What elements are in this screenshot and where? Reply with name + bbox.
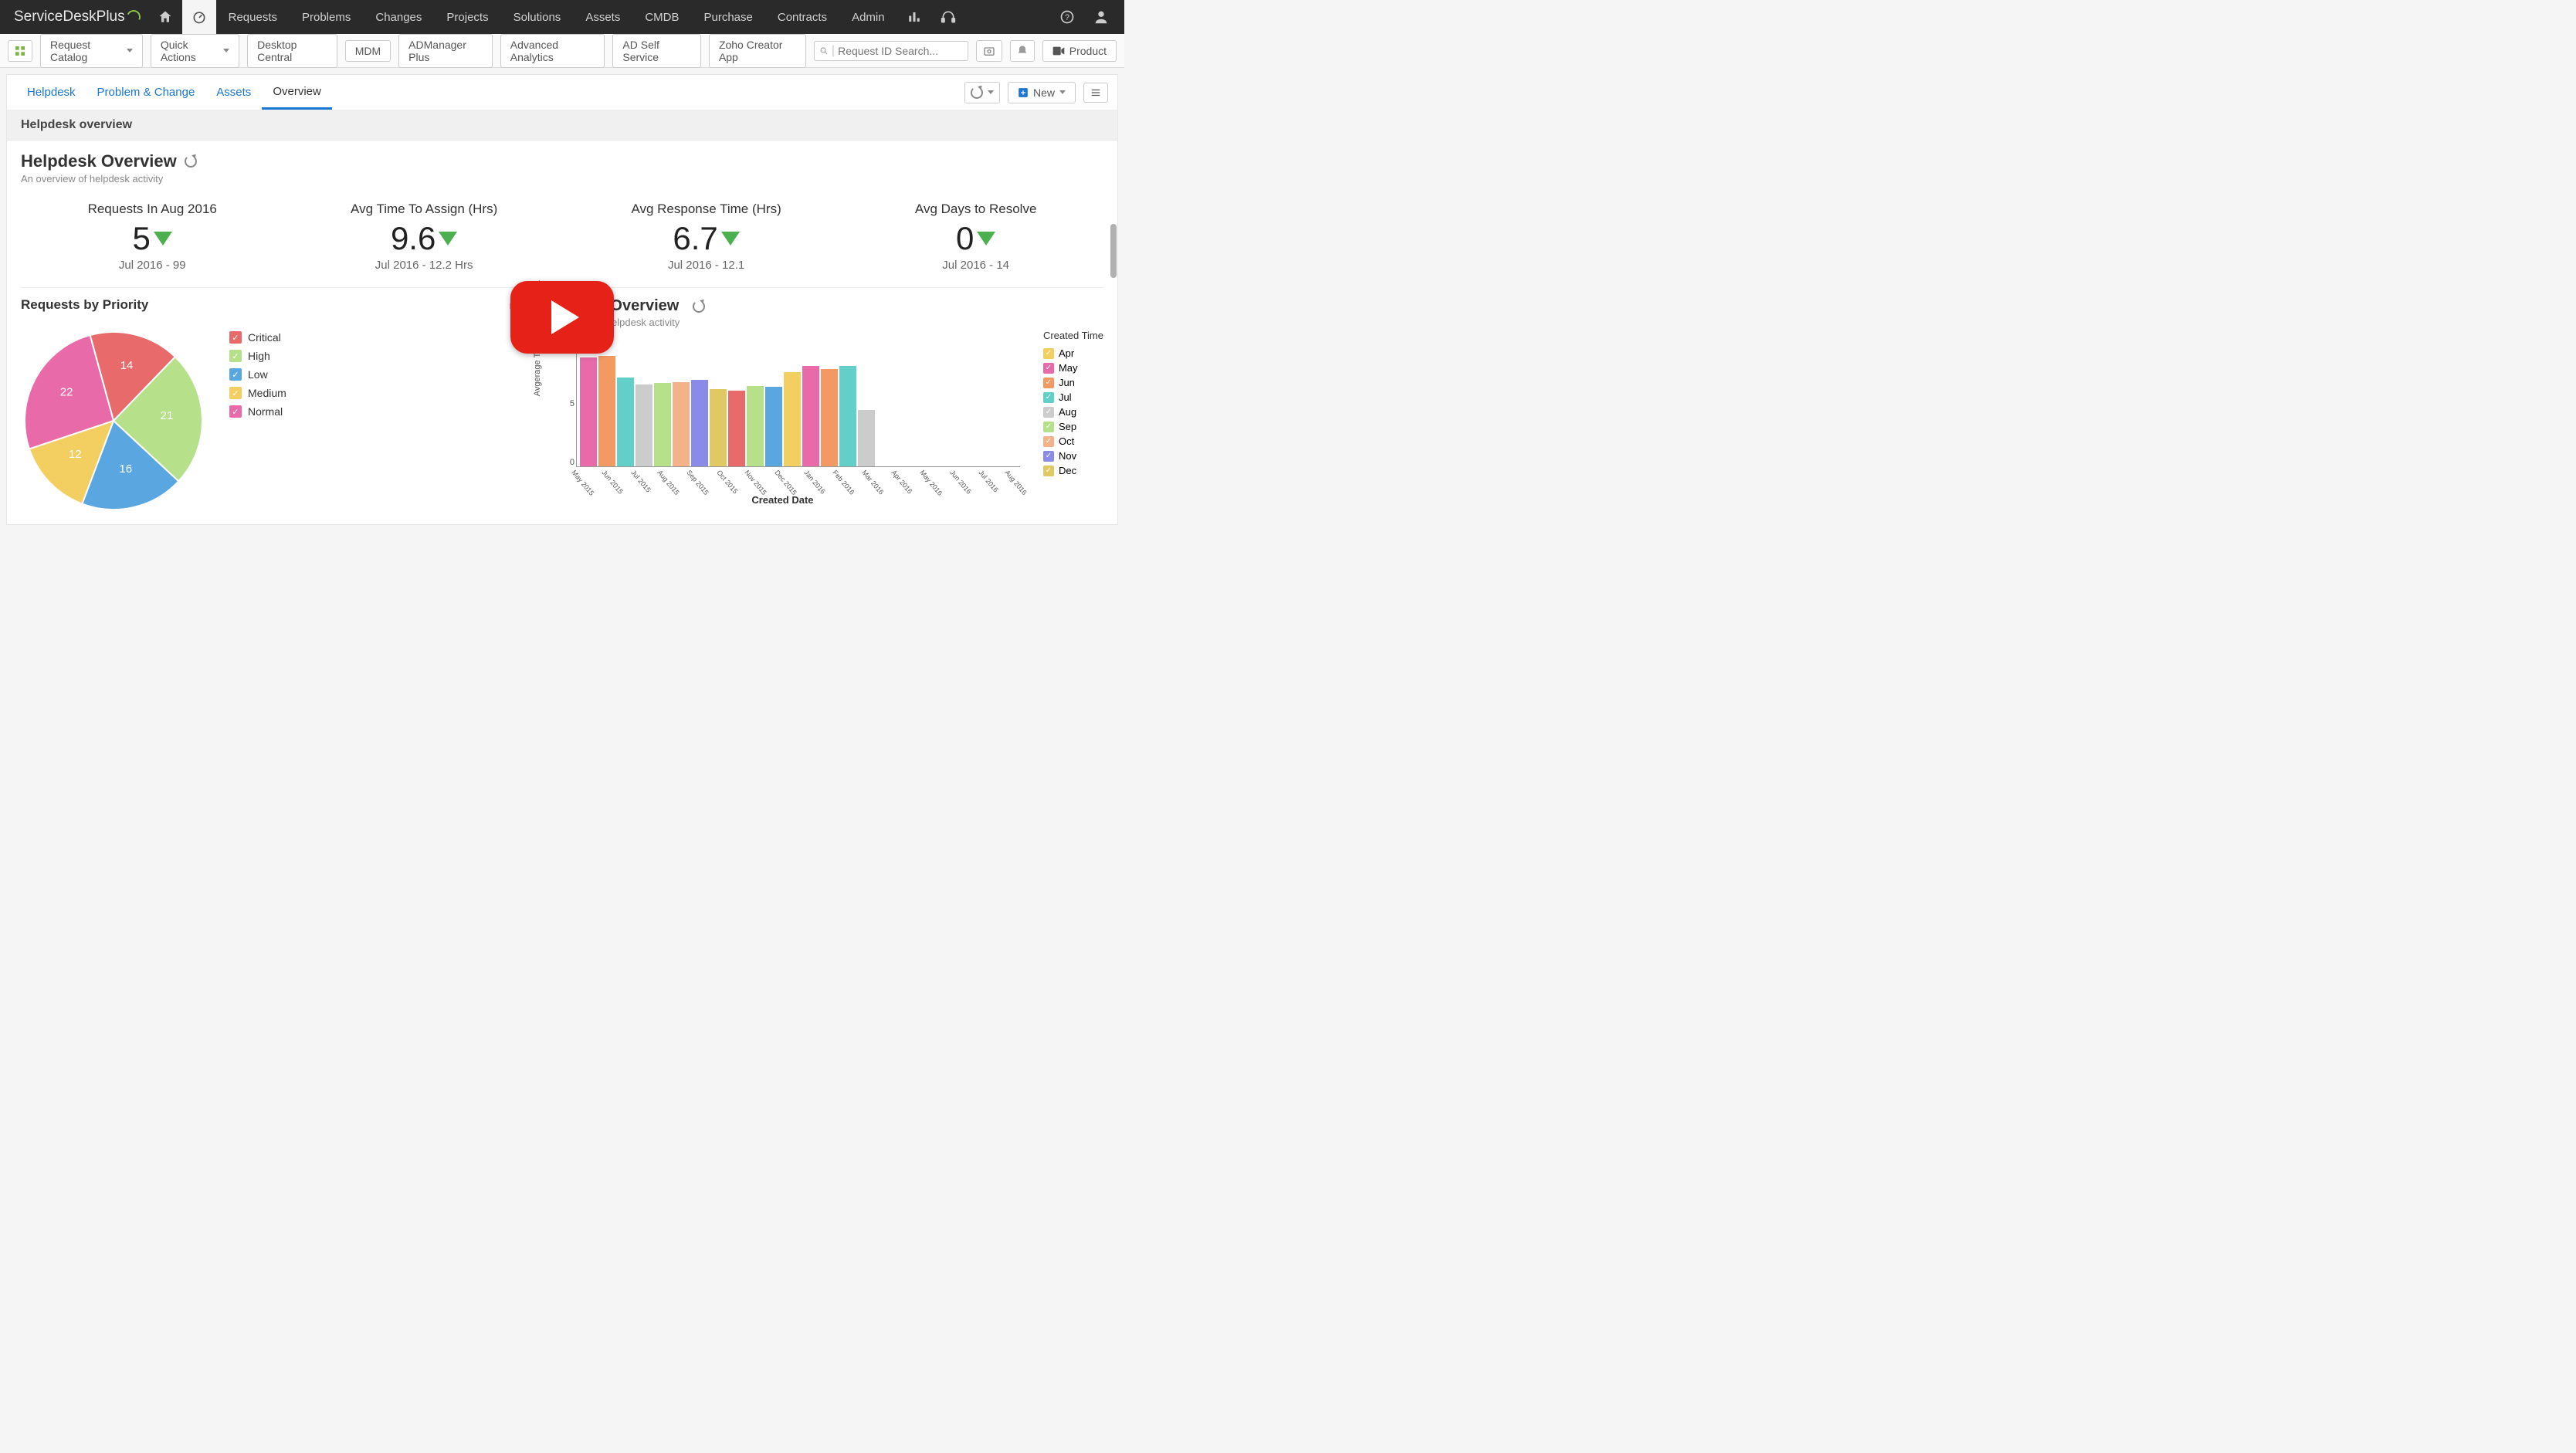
trend-down-icon: [977, 232, 995, 246]
reports-icon[interactable]: [897, 0, 931, 34]
request-catalog-button[interactable]: Request Catalog: [40, 34, 143, 68]
priority-pie-chart: 14 21 16 12 22: [21, 328, 206, 513]
mdm-button[interactable]: MDM: [345, 40, 391, 62]
nav-changes[interactable]: Changes: [363, 0, 434, 34]
logo-text-a: ServiceDesk: [14, 8, 97, 25]
logo-swoosh: [124, 8, 142, 25]
topbar: ServiceDesk Plus Requests Problems Chang…: [0, 0, 1124, 34]
section-header: Helpdesk overview: [7, 110, 1117, 141]
home-icon[interactable]: [148, 0, 182, 34]
hamburger-icon: [1090, 87, 1102, 98]
tab-overview[interactable]: Overview: [262, 75, 332, 110]
snapshot-button[interactable]: [976, 40, 1002, 62]
desktop-central-button[interactable]: Desktop Central: [247, 34, 337, 68]
svg-text:?: ?: [1065, 13, 1069, 22]
play-button-overlay[interactable]: [510, 281, 614, 354]
refresh-icon[interactable]: [185, 155, 197, 168]
logo-text-b: Plus: [97, 8, 125, 25]
scrollbar-thumb[interactable]: [1110, 224, 1117, 278]
priority-legend: ✓Critical✓High✓Low✓Medium✓Normal: [229, 328, 286, 421]
video-icon: [1052, 46, 1065, 56]
nav-problems[interactable]: Problems: [290, 0, 363, 34]
caret-icon: [223, 49, 229, 52]
menu-button[interactable]: [1083, 83, 1108, 103]
trend-down-icon: [439, 232, 457, 246]
nav-projects[interactable]: Projects: [434, 0, 500, 34]
nav-cmdb[interactable]: CMDB: [632, 0, 691, 34]
bar-legend: Created Time✓Apr✓May✓Jun✓Jul✓Aug✓Sep✓Oct…: [1043, 328, 1103, 506]
caret-icon: [127, 49, 133, 52]
search-icon: [819, 46, 829, 56]
tab-helpdesk[interactable]: Helpdesk: [16, 75, 86, 110]
nav-admin[interactable]: Admin: [839, 0, 897, 34]
nav-purchase[interactable]: Purchase: [692, 0, 765, 34]
svg-text:22: 22: [60, 386, 73, 399]
ad-self-service-button[interactable]: AD Self Service: [612, 34, 701, 68]
y-ticks: 1050: [561, 340, 575, 467]
svg-text:12: 12: [69, 448, 82, 461]
trend-down-icon: [154, 232, 172, 246]
dashboard-icon[interactable]: [182, 0, 216, 34]
x-ticks: May 2015Jun 2015Jul 2015Aug 2015Sep 2015…: [576, 469, 1020, 492]
user-icon[interactable]: [1084, 0, 1118, 34]
top-nav: Requests Problems Changes Projects Solut…: [216, 0, 897, 34]
nav-solutions[interactable]: Solutions: [501, 0, 574, 34]
nav-assets[interactable]: Assets: [573, 0, 632, 34]
refresh-icon: [971, 86, 983, 99]
priority-title: Requests by Priority: [21, 297, 530, 313]
kpi-row: Requests In Aug 2016 5 Jul 2016 - 99 Avg…: [21, 202, 1103, 288]
bar-title: Helpdesk Overview: [537, 297, 1103, 315]
kpi-avg-assign: Avg Time To Assign (Hrs) 9.6 Jul 2016 - …: [351, 202, 497, 272]
view-tabs: Helpdesk Problem & Change Assets Overvie…: [7, 75, 1117, 110]
new-button[interactable]: New: [1008, 82, 1076, 103]
refresh-button[interactable]: [964, 82, 1000, 103]
support-icon[interactable]: [931, 0, 965, 34]
priority-card: Requests by Priority 14 21 16 12 22 ✓Critica…: [21, 297, 530, 513]
svg-text:16: 16: [119, 462, 132, 476]
plus-icon: [1018, 87, 1029, 98]
help-icon[interactable]: ?: [1050, 0, 1084, 34]
quick-actions-button[interactable]: Quick Actions: [151, 34, 239, 68]
kpi-requests: Requests In Aug 2016 5 Jul 2016 - 99: [88, 202, 217, 272]
overview-title: Helpdesk Overview: [21, 151, 1103, 171]
toolbar: Request Catalog Quick Actions Desktop Ce…: [0, 34, 1124, 68]
logo: ServiceDesk Plus: [6, 8, 148, 25]
overview-subtitle: An overview of helpdesk activity: [21, 173, 1103, 185]
nav-contracts[interactable]: Contracts: [765, 0, 839, 34]
catalog-icon-button[interactable]: [8, 40, 32, 62]
kpi-avg-response: Avg Response Time (Hrs) 6.7 Jul 2016 - 1…: [631, 202, 781, 272]
caret-icon: [988, 90, 994, 94]
refresh-icon[interactable]: [693, 300, 705, 313]
svg-text:21: 21: [161, 409, 174, 422]
search-input[interactable]: [838, 45, 963, 57]
bar-chart: Avgerage Time to Respond in . 1050 May 2…: [537, 336, 1028, 506]
product-button[interactable]: Product: [1042, 40, 1117, 62]
trend-down-icon: [721, 232, 740, 246]
zoho-creator-button[interactable]: Zoho Creator App: [709, 34, 806, 68]
admanager-button[interactable]: ADManager Plus: [398, 34, 493, 68]
svg-text:14: 14: [120, 359, 134, 372]
nav-requests[interactable]: Requests: [216, 0, 290, 34]
bar-card: Helpdesk Overview An overview of helpdes…: [537, 297, 1103, 513]
caret-icon: [1059, 90, 1066, 94]
tab-assets[interactable]: Assets: [205, 75, 262, 110]
tab-problem-change[interactable]: Problem & Change: [86, 75, 206, 110]
notification-button[interactable]: [1010, 40, 1035, 62]
search-box[interactable]: |: [814, 41, 968, 61]
advanced-analytics-button[interactable]: Advanced Analytics: [500, 34, 605, 68]
kpi-avg-resolve: Avg Days to Resolve 0 Jul 2016 - 14: [915, 202, 1036, 272]
